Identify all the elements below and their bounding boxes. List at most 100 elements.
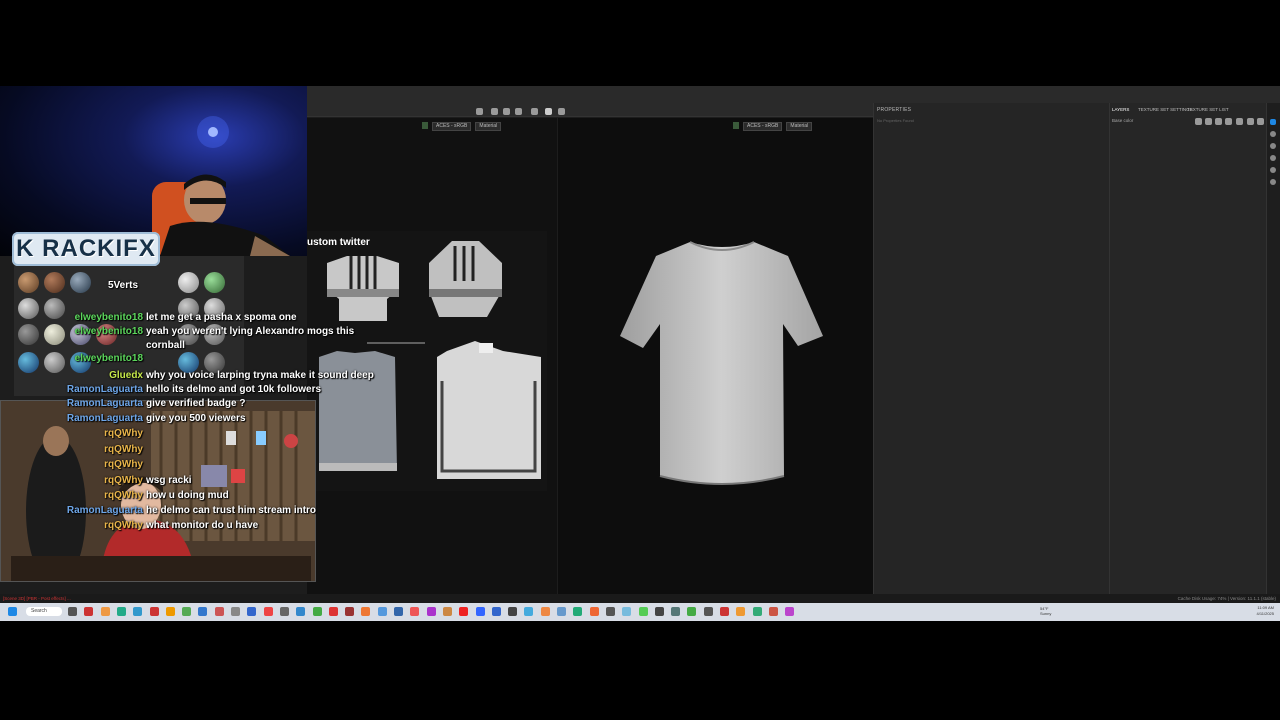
taskbar-app-icon[interactable] (345, 607, 355, 616)
properties-dock-icon[interactable] (1270, 143, 1276, 149)
chat-username[interactable]: Gluedx (0, 370, 143, 382)
taskbar-app-icon[interactable] (654, 607, 664, 616)
weather-widget[interactable]: 54°F Sunny (1040, 606, 1051, 616)
taskbar-app-icon[interactable] (84, 607, 94, 616)
video-icon[interactable] (515, 108, 522, 115)
tab-texture-set-list[interactable]: TEXTURE SET LIST (1187, 107, 1229, 112)
chat-username[interactable]: rqQWhy (0, 444, 143, 456)
settings-icon[interactable] (558, 108, 565, 115)
info-dock-icon[interactable] (1270, 167, 1276, 173)
record-icon[interactable] (503, 108, 510, 115)
mask-icon[interactable] (1205, 118, 1212, 125)
taskbar-app-icon[interactable] (100, 607, 110, 616)
taskbar-app-icon[interactable] (377, 607, 387, 616)
taskbar-app-icon[interactable] (247, 607, 257, 616)
taskbar-app-icon[interactable] (720, 607, 729, 616)
mode-select[interactable]: Material (475, 122, 502, 131)
taskbar-app-icon[interactable] (785, 607, 795, 616)
taskbar-app-icon[interactable] (459, 607, 469, 616)
taskbar-app-icon[interactable] (149, 607, 159, 616)
chat-username[interactable]: RamonLaguarta (0, 384, 143, 396)
taskbar-app-icon[interactable] (768, 607, 778, 616)
chat-username[interactable]: RamonLaguarta (0, 505, 143, 517)
taskbar-app-icon[interactable] (557, 607, 566, 616)
brush-icon[interactable] (1215, 118, 1222, 125)
taskbar-app-icon[interactable] (116, 607, 126, 616)
chat-username[interactable]: rqQWhy (0, 459, 143, 471)
export-dock-icon[interactable] (1270, 179, 1276, 185)
chat-username[interactable]: elweybenito18 (0, 312, 143, 324)
taskbar-app-icon[interactable] (410, 607, 420, 616)
tshirt-model (620, 241, 823, 485)
uv-overlay-text: ustom twitter (307, 237, 370, 248)
brush-icon[interactable] (531, 108, 538, 115)
taskbar-app-icon[interactable] (442, 607, 452, 616)
clock[interactable]: 11:09 AM 4/11/2025 (1257, 605, 1275, 617)
history-dock-icon[interactable] (1270, 131, 1276, 137)
taskbar-app-icon[interactable] (736, 607, 746, 616)
taskbar-app-icon[interactable] (508, 607, 518, 616)
3d-viewport[interactable]: ACES - sRGB Material (558, 118, 873, 621)
colorspace-select[interactable]: ACES - sRGB (432, 122, 472, 131)
taskbar-search[interactable]: Search (26, 607, 62, 616)
taskbar-app-icon[interactable] (687, 607, 697, 616)
taskbar-app-icon[interactable] (394, 607, 403, 616)
taskbar-app-icon[interactable] (182, 607, 192, 616)
start-icon[interactable] (8, 607, 17, 616)
delete-icon[interactable] (1257, 118, 1264, 125)
taskbar-app-icon[interactable] (165, 607, 175, 616)
chat-text: give you 500 viewers (146, 413, 246, 424)
chat-username[interactable]: elweybenito18 (0, 353, 143, 365)
fill-icon[interactable] (1225, 118, 1232, 125)
chat-username[interactable]: rqQWhy (0, 520, 143, 532)
effect-icon[interactable] (1236, 118, 1243, 125)
pen-icon[interactable] (545, 108, 552, 115)
folder-icon[interactable] (1247, 118, 1254, 125)
mode-select[interactable]: Material (786, 122, 813, 131)
taskbar-app-icon[interactable] (475, 607, 485, 616)
taskbar-app-icon[interactable] (279, 607, 289, 616)
camera-icon[interactable] (491, 108, 498, 115)
taskbar-app-icon[interactable] (214, 607, 224, 616)
chat-username[interactable]: rqQWhy (0, 428, 143, 440)
taskbar-app-icon[interactable] (312, 607, 322, 616)
colorspace-select[interactable]: ACES - sRGB (743, 122, 783, 131)
webcam-top (0, 86, 307, 256)
taskbar-app-icon[interactable] (328, 607, 338, 616)
taskbar-app-icon[interactable] (589, 607, 599, 616)
status-right: Cache Disk Usage: 74% | Version: 11.1.1 … (1177, 596, 1276, 601)
taskbar-app-icon[interactable] (491, 607, 501, 616)
taskbar-app-icon[interactable] (263, 607, 273, 616)
layers-dock-icon[interactable] (1270, 119, 1276, 125)
taskbar-app-icon[interactable] (703, 607, 713, 616)
display-dock-icon[interactable] (1270, 155, 1276, 161)
taskbar-app-icon[interactable] (198, 607, 208, 616)
taskbar-app-icon[interactable] (68, 607, 77, 616)
chat-text: what monitor do u have (146, 520, 259, 531)
taskbar-app-icon[interactable] (296, 607, 306, 616)
taskbar-app-icon[interactable] (605, 607, 615, 616)
taskbar-app-icon[interactable] (361, 607, 371, 616)
taskbar-app-icon[interactable] (426, 607, 436, 616)
taskbar-app-icon[interactable] (133, 607, 143, 616)
taskbar-app-icon[interactable] (622, 607, 632, 616)
taskbar-app-icon[interactable] (638, 607, 648, 616)
taskbar-app-icon[interactable] (671, 607, 681, 616)
tab-texture-set-settings[interactable]: TEXTURE SET SETTINGS (1138, 107, 1193, 112)
channel-select[interactable]: Base color (1112, 118, 1133, 123)
chat-username[interactable]: RamonLaguarta (0, 398, 143, 410)
chat-username[interactable]: elweybenito18 (0, 326, 143, 338)
tab-layers[interactable]: LAYERS (1112, 107, 1129, 112)
chat-username[interactable]: RamonLaguarta (0, 413, 143, 425)
chat-text: let me get a pasha x spoma one (146, 312, 297, 323)
chat-username[interactable]: rqQWhy (0, 490, 143, 502)
chat-text: why you voice larping tryna make it soun… (146, 370, 374, 381)
taskbar-app-icon[interactable] (524, 607, 534, 616)
taskbar-app-icon[interactable] (231, 607, 240, 616)
chat-username[interactable]: rqQWhy (0, 475, 143, 487)
pause-icon[interactable] (476, 108, 483, 115)
taskbar-app-icon[interactable] (573, 607, 583, 616)
taskbar-app-icon[interactable] (752, 607, 762, 616)
add-layer-icon[interactable] (1195, 118, 1202, 125)
taskbar-app-icon[interactable] (540, 607, 550, 616)
